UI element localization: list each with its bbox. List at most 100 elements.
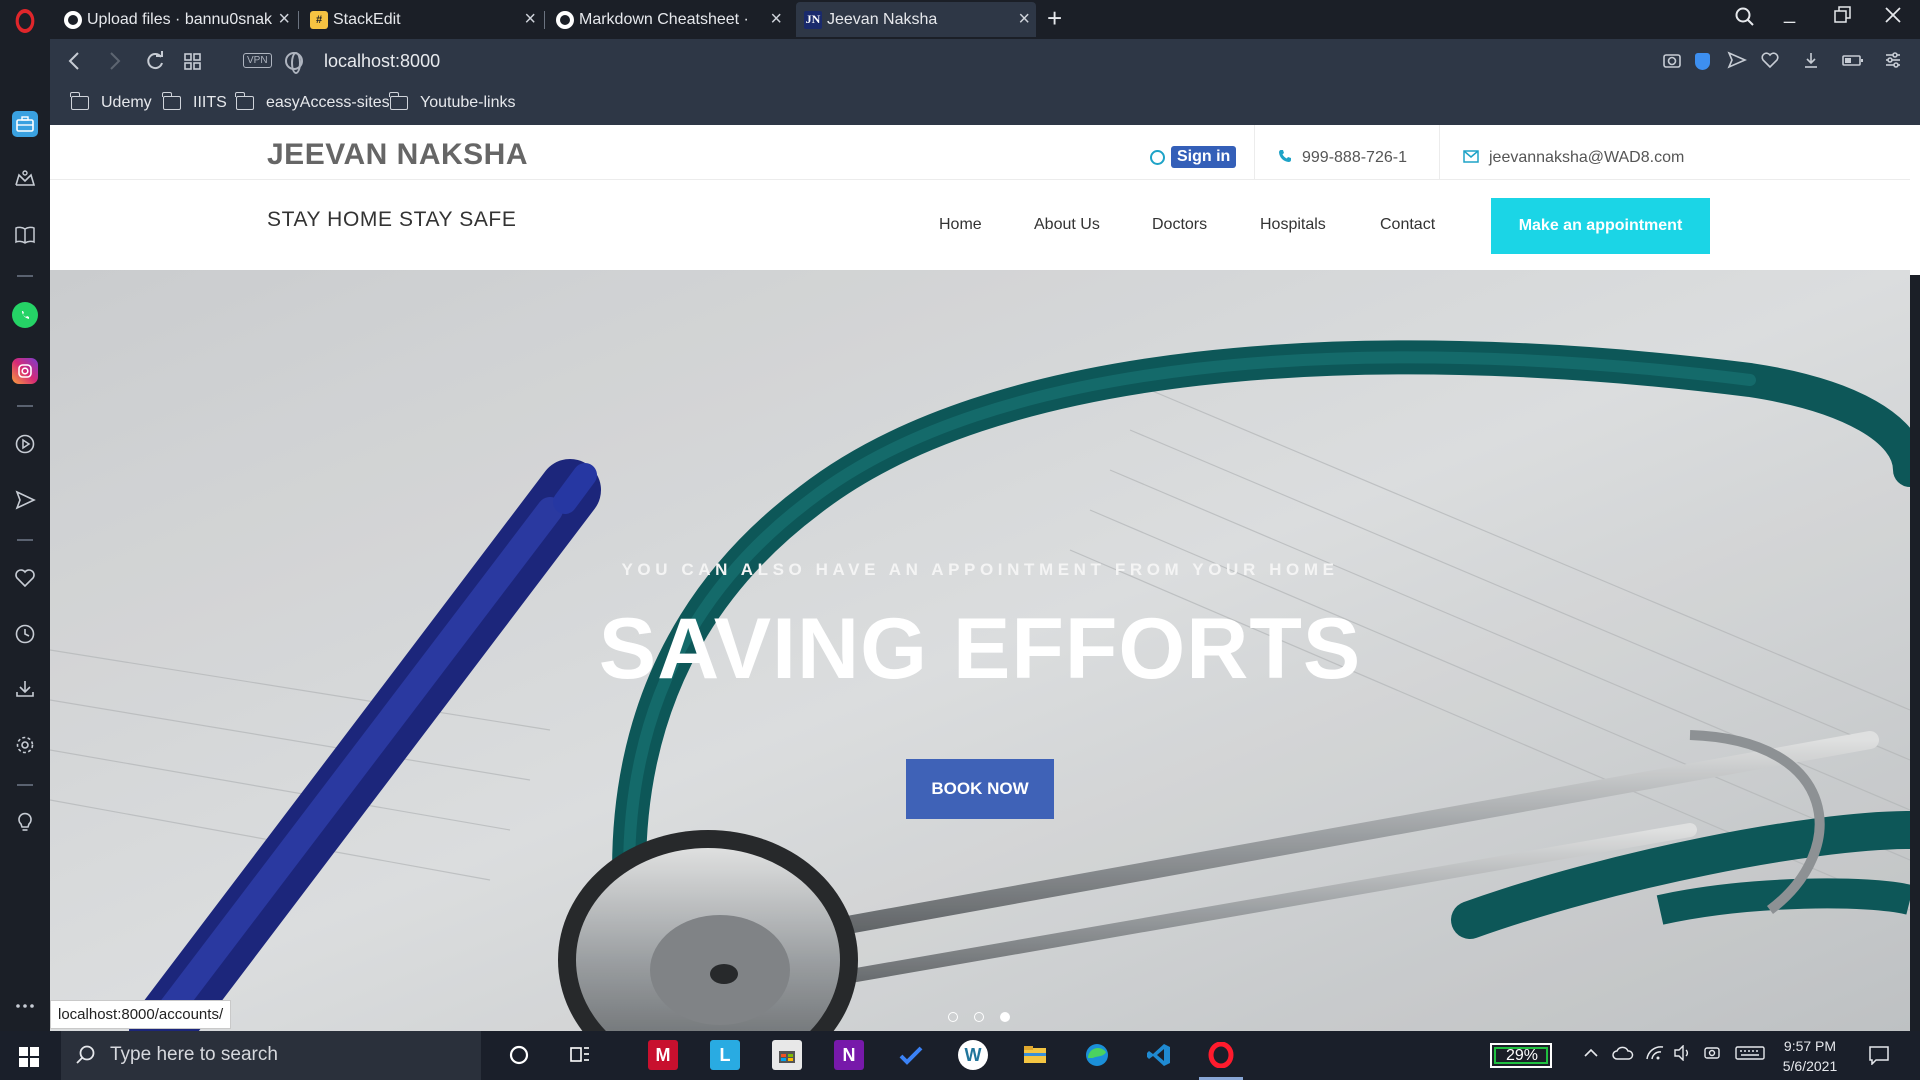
hero-title: SAVING EFFORTS	[598, 601, 1362, 697]
player-icon[interactable]	[12, 431, 38, 457]
touch-keyboard-icon[interactable]	[1735, 1045, 1765, 1066]
clock-time: 9:57 PM	[1783, 1038, 1837, 1054]
carousel-dot-3[interactable]	[1000, 1012, 1010, 1022]
vpn-badge[interactable]: VPN	[243, 53, 272, 68]
windows-taskbar: Type here to search M L N W 29% 9:57 PM …	[0, 1031, 1920, 1080]
carousel-dot-1[interactable]	[948, 1012, 958, 1022]
wifi-icon[interactable]	[1645, 1045, 1665, 1066]
tab-markdown-cheatsheet[interactable]: Markdown Cheatsheet · ad ×	[548, 2, 788, 37]
show-hidden-icons[interactable]	[1583, 1045, 1599, 1065]
adblock-shield-icon[interactable]	[1695, 53, 1710, 70]
tab-stackedit[interactable]: # StackEdit ×	[302, 2, 542, 37]
wordpress-icon[interactable]: W	[958, 1040, 988, 1070]
book-now-button[interactable]: BOOK NOW	[906, 759, 1054, 819]
mcafee-icon[interactable]: M	[648, 1040, 678, 1070]
send-icon[interactable]	[1727, 51, 1747, 74]
speed-dial-icon[interactable]	[183, 49, 203, 78]
edge-icon[interactable]	[1082, 1040, 1112, 1070]
workspace-icon[interactable]	[12, 111, 38, 137]
onedrive-icon[interactable]	[1612, 1045, 1634, 1066]
tab-title: Jeevan Naksha	[827, 10, 938, 28]
bookmarks-heart-icon[interactable]	[12, 565, 38, 591]
bookmark-folder-easyaccess[interactable]: easyAccess-sites	[235, 92, 390, 112]
restore-icon[interactable]	[1834, 6, 1852, 30]
onenote-icon[interactable]: N	[834, 1040, 864, 1070]
link-status-tooltip: localhost:8000/accounts/	[50, 1000, 232, 1029]
forward-icon[interactable]	[104, 49, 124, 78]
phone-number: 999-888-726-1	[1302, 149, 1407, 166]
flow-send-icon[interactable]	[12, 487, 38, 513]
search-tabs-icon[interactable]	[1734, 6, 1756, 34]
close-icon[interactable]: ×	[1018, 9, 1030, 29]
url-field[interactable]: localhost:8000	[324, 51, 440, 72]
email-contact: jeevannaksha@WAD8.com	[1463, 149, 1684, 167]
nav-about-us[interactable]: About Us	[1034, 216, 1100, 234]
close-icon[interactable]: ×	[524, 9, 536, 29]
close-icon[interactable]: ×	[770, 9, 782, 29]
opera-icon[interactable]	[1206, 1040, 1236, 1070]
snapshot-icon[interactable]	[1662, 51, 1682, 74]
sign-in-button[interactable]: Sign in	[1171, 146, 1237, 168]
volume-icon[interactable]	[1673, 1044, 1693, 1066]
tab-divider	[544, 11, 545, 29]
reload-icon[interactable]	[144, 49, 166, 78]
action-center-icon[interactable]	[1868, 1045, 1890, 1070]
downloads-icon[interactable]	[12, 676, 38, 702]
start-windows-icon[interactable]	[19, 1047, 39, 1067]
bookmark-folder-iiits[interactable]: IIITS	[162, 92, 227, 112]
lexis-icon[interactable]: L	[710, 1040, 740, 1070]
reader-icon[interactable]	[12, 222, 38, 248]
store-icon[interactable]	[772, 1040, 802, 1070]
instagram-icon[interactable]	[12, 358, 38, 384]
battery-indicator[interactable]: 29%	[1490, 1043, 1552, 1068]
file-explorer-icon[interactable]	[1020, 1040, 1050, 1070]
bookmark-label: easyAccess-sites	[266, 94, 390, 111]
tab-upload-files[interactable]: Upload files · bannu0snake ×	[56, 2, 296, 37]
todo-icon[interactable]	[896, 1040, 926, 1070]
bookmark-folder-youtube[interactable]: Youtube-links	[389, 92, 515, 112]
webpage: JEEVAN NAKSHA Sign in 999-888-726-1 jeev…	[50, 125, 1910, 1031]
bookmark-folder-udemy[interactable]: Udemy	[70, 92, 152, 112]
nav-home[interactable]: Home	[939, 216, 982, 234]
page-scrollbar-thumb[interactable]	[1910, 125, 1920, 275]
carousel-dot-2[interactable]	[974, 1012, 984, 1022]
cortana-icon[interactable]	[504, 1040, 534, 1070]
site-brand[interactable]: JEEVAN NAKSHA	[267, 138, 528, 172]
email-address[interactable]: jeevannaksha@WAD8.com	[1489, 149, 1684, 167]
whatsapp-icon[interactable]	[12, 302, 38, 328]
sign-in-link[interactable]: Sign in	[1150, 146, 1237, 168]
sidebar-divider	[17, 784, 33, 786]
nav-doctors[interactable]: Doctors	[1152, 216, 1207, 234]
lightbulb-icon[interactable]	[12, 809, 38, 835]
minimize-icon[interactable]: _	[1784, 2, 1795, 25]
bookmark-label: Udemy	[101, 94, 152, 111]
settings-gear-icon[interactable]	[12, 732, 38, 758]
history-icon[interactable]	[12, 621, 38, 647]
download-icon[interactable]	[1802, 51, 1820, 74]
meet-now-icon[interactable]	[1703, 1045, 1721, 1066]
more-options-icon[interactable]	[12, 993, 38, 1019]
system-clock[interactable]: 9:57 PM 5/6/2021	[1775, 1036, 1845, 1076]
battery-saver-icon[interactable]	[1842, 51, 1864, 74]
taskbar-search[interactable]: Type here to search	[61, 1031, 481, 1080]
crypto-wallet-icon[interactable]	[12, 166, 38, 192]
heart-icon[interactable]	[1760, 51, 1780, 74]
opera-menu-icon[interactable]	[15, 9, 35, 33]
make-appointment-button[interactable]: Make an appointment	[1491, 198, 1710, 254]
task-view-icon[interactable]	[565, 1040, 595, 1070]
carousel-indicators	[948, 1012, 1010, 1022]
globe-icon[interactable]	[285, 52, 303, 74]
new-tab-icon[interactable]: +	[1047, 3, 1062, 34]
close-icon[interactable]: ×	[278, 9, 290, 29]
site-nav: STAY HOME STAY SAFE Home About Us Doctor…	[50, 180, 1910, 270]
phone-contact: 999-888-726-1	[1278, 149, 1407, 167]
nav-contact[interactable]: Contact	[1380, 216, 1435, 234]
easy-setup-icon[interactable]	[1884, 51, 1902, 74]
back-icon[interactable]	[65, 49, 85, 78]
close-window-icon[interactable]	[1884, 6, 1902, 30]
vscode-icon[interactable]	[1144, 1040, 1174, 1070]
divider	[1439, 125, 1440, 180]
nav-hospitals[interactable]: Hospitals	[1260, 216, 1326, 234]
tab-jeevan-naksha[interactable]: JN Jeevan Naksha ×	[796, 2, 1036, 37]
jn-icon: JN	[804, 10, 822, 29]
